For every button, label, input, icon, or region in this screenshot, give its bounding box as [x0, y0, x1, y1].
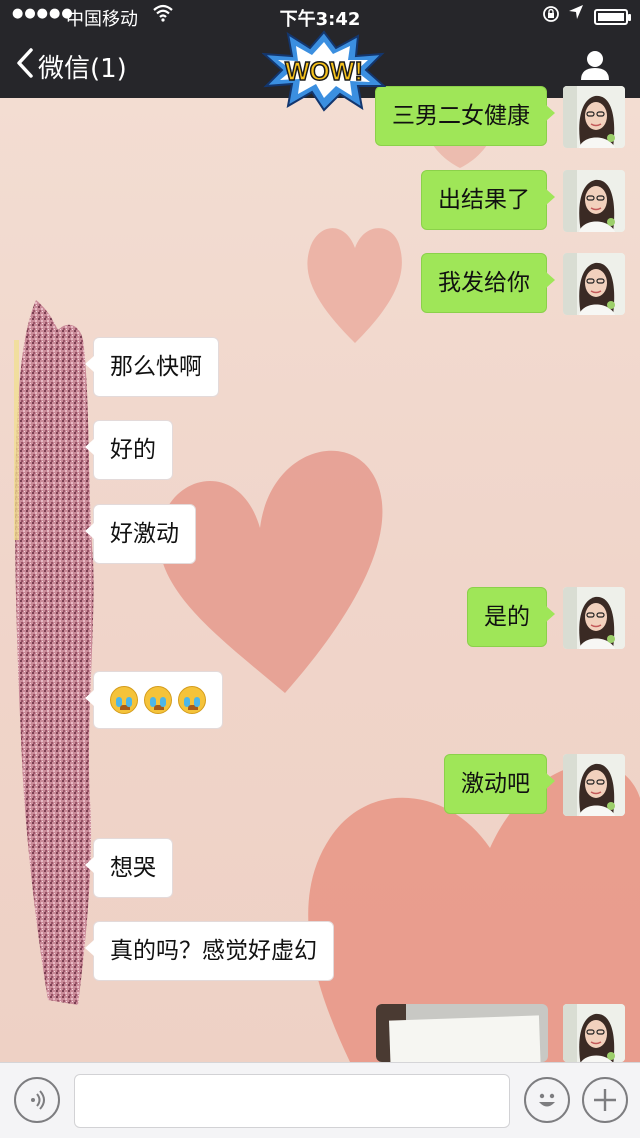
- message-bubble: 想哭: [85, 838, 173, 898]
- input-bar: [0, 1062, 640, 1138]
- wow-sticker: WOW!: [262, 30, 386, 112]
- back-button[interactable]: 微信(1): [16, 47, 127, 85]
- user-avatar[interactable]: [563, 170, 625, 232]
- heart-decoration: [307, 228, 402, 343]
- message-incoming[interactable]: 好的: [85, 420, 173, 480]
- user-avatar[interactable]: [563, 86, 625, 148]
- user-avatar[interactable]: [563, 253, 625, 315]
- message-outgoing[interactable]: 激动吧: [444, 754, 555, 814]
- crying-face-icon: [110, 686, 138, 714]
- photo-document: [388, 1015, 542, 1062]
- message-outgoing[interactable]: 我发给你: [421, 253, 555, 313]
- emoji-button[interactable]: [524, 1077, 570, 1123]
- back-label: 微信(1): [38, 54, 127, 84]
- message-incoming[interactable]: 那么快啊: [85, 337, 219, 397]
- message-bubble: 三男二女健康: [375, 86, 555, 146]
- more-button[interactable]: [582, 1077, 628, 1123]
- chevron-left-icon: [16, 47, 34, 82]
- sticker-text: WOW!: [285, 56, 363, 86]
- chat-background: [0, 98, 640, 1062]
- message-bubble: 我发给你: [421, 253, 555, 313]
- rotation-lock-icon: [542, 5, 560, 27]
- image-message[interactable]: [376, 1004, 548, 1062]
- message-bubble: 那么快啊: [85, 337, 219, 397]
- message-bubble: 好的: [85, 420, 173, 480]
- user-avatar[interactable]: [563, 754, 625, 816]
- message-outgoing[interactable]: 出结果了: [421, 170, 555, 230]
- message-bubble: 真的吗？感觉好虚幻: [85, 921, 334, 981]
- emoji-row: [110, 686, 206, 714]
- message-incoming[interactable]: 真的吗？感觉好虚幻: [85, 921, 334, 981]
- plus-icon: [594, 1089, 616, 1111]
- message-incoming[interactable]: 想哭: [85, 838, 173, 898]
- message-bubble: 出结果了: [421, 170, 555, 230]
- message-input[interactable]: [74, 1074, 510, 1128]
- status-bar: ●●●●● 中国移动 下午3:42: [0, 0, 640, 34]
- location-arrow-icon: [568, 4, 584, 24]
- redacted-avatar-area: [14, 300, 94, 1005]
- voice-button[interactable]: [14, 1077, 60, 1123]
- voice-icon: [31, 1090, 45, 1110]
- smiley-icon: [539, 1093, 555, 1107]
- user-avatar[interactable]: [563, 1004, 625, 1062]
- message-bubble: [85, 671, 223, 729]
- message-outgoing[interactable]: 三男二女健康: [375, 86, 555, 146]
- user-avatar[interactable]: [563, 587, 625, 649]
- battery-icon: [594, 9, 631, 25]
- message-outgoing[interactable]: 是的: [467, 587, 555, 647]
- message-bubble: 是的: [467, 587, 555, 647]
- crying-face-icon: [178, 686, 206, 714]
- contact-info-icon[interactable]: [578, 48, 612, 82]
- crying-face-icon: [144, 686, 172, 714]
- message-bubble: 好激动: [85, 504, 196, 564]
- message-incoming[interactable]: 好激动: [85, 504, 196, 564]
- message-bubble: 激动吧: [444, 754, 555, 814]
- message-incoming[interactable]: [85, 671, 223, 729]
